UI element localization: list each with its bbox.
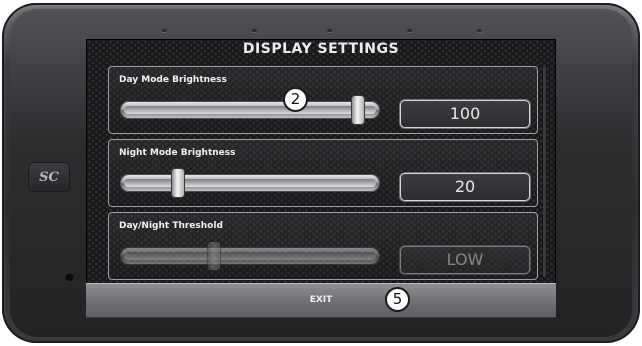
page-title: DISPLAY SETTINGS [242, 41, 400, 57]
scrollbar[interactable] [543, 67, 546, 277]
callout-5: 5 [385, 287, 410, 312]
night-brightness-value[interactable]: 20 [400, 173, 530, 201]
bezel-dot [407, 29, 412, 32]
callout-2: 2 [283, 87, 308, 112]
bezel-dot [327, 29, 332, 32]
setting-label: Day Mode Brightness [119, 75, 227, 85]
day-brightness-slider[interactable] [120, 96, 380, 124]
setting-day-mode-brightness: Day Mode Brightness 100 [108, 66, 538, 134]
night-brightness-slider[interactable] [120, 169, 380, 197]
slider-track [124, 179, 376, 187]
setting-label: Day/Night Threshold [119, 221, 223, 231]
screen: DISPLAY SETTINGS Day Mode Brightness 100… [86, 39, 556, 318]
bezel-dot [162, 29, 167, 32]
setting-night-mode-brightness: Night Mode Brightness 20 [108, 139, 538, 207]
light-sensor [65, 272, 74, 281]
settings-list: Day Mode Brightness 100 Night Mode Brigh… [108, 62, 538, 280]
setting-label: Night Mode Brightness [119, 148, 236, 158]
exit-label: EXIT [309, 295, 333, 305]
slider-thumb[interactable] [208, 242, 220, 270]
slider-track [124, 252, 376, 260]
slider-track [124, 106, 376, 114]
slider-thumb[interactable] [352, 96, 364, 124]
day-brightness-value[interactable]: 100 [400, 100, 530, 128]
bezel-dot [477, 29, 482, 32]
bezel-dot [252, 29, 257, 32]
exit-button[interactable]: EXIT [86, 283, 556, 318]
sc-logo: SC [29, 163, 69, 191]
threshold-value[interactable]: LOW [400, 246, 530, 274]
setting-day-night-threshold: Day/Night Threshold LOW [108, 212, 538, 280]
slider-thumb[interactable] [172, 169, 184, 197]
threshold-slider[interactable] [120, 242, 380, 270]
